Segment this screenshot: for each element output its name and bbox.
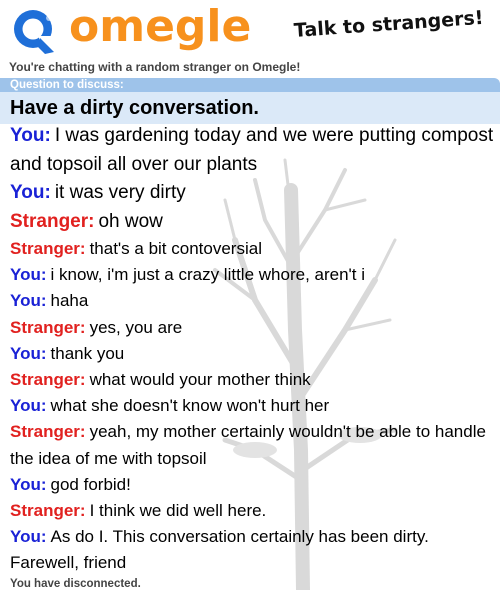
- chat-message: Stranger: yes, you are: [10, 315, 496, 341]
- message-text: what would your mother think: [89, 370, 311, 390]
- sender-label: You:: [10, 265, 47, 285]
- tagline: Talk to strangers!: [293, 6, 485, 42]
- sender-label: You:: [10, 527, 47, 547]
- sender-label: Stranger:: [10, 210, 95, 232]
- sender-label: You:: [10, 474, 47, 494]
- message-text: haha: [50, 291, 89, 311]
- sender-label: Stranger:: [10, 239, 86, 258]
- sender-label: You:: [10, 182, 51, 203]
- message-text: what she doesn't know won't hurt her: [50, 396, 330, 416]
- sender-label: You:: [10, 396, 47, 416]
- omegle-logo-icon: [14, 10, 57, 54]
- chat-message: You: i know, i'm just a crazy little whor…: [10, 262, 496, 288]
- message-text: I was gardening today and we were puttin…: [10, 125, 494, 175]
- chat-message: You: haha: [10, 288, 496, 314]
- sender-label: You:: [10, 291, 47, 311]
- chat-message: Stranger: I think we did well here.: [10, 498, 496, 524]
- sender-label: You:: [10, 125, 51, 146]
- sender-label: You:: [10, 343, 47, 363]
- message-text: yes, you are: [89, 317, 183, 337]
- chat-message: Stranger: yeah, my mother certainly would…: [10, 419, 496, 471]
- sender-label: Stranger:: [10, 317, 86, 337]
- message-text: thank you: [50, 343, 125, 363]
- sender-label: Stranger:: [10, 501, 86, 521]
- message-text: I think we did well here.: [89, 501, 267, 521]
- chat-message: You: I was gardening today and we were pu…: [10, 122, 496, 179]
- message-text: i know, i'm just a crazy little whore, a…: [50, 265, 366, 285]
- chat-message: You: thank you: [10, 341, 496, 367]
- omegle-logo-text: omegle: [69, 1, 252, 52]
- chat-status-subtitle: You're chatting with a random stranger o…: [9, 60, 301, 74]
- disconnected-status: You have disconnected.: [10, 578, 141, 590]
- message-text: that's a bit contoversial: [89, 239, 262, 258]
- chat-message: You: As do I. This conversation certainly…: [10, 524, 496, 576]
- chat-message: Stranger: what would your mother think: [10, 367, 496, 393]
- sender-label: Stranger:: [10, 422, 86, 442]
- question-text: Have a dirty conversation.: [0, 92, 500, 124]
- message-text: oh wow: [98, 210, 163, 232]
- chat-message: You: what she doesn't know won't hurt her: [10, 393, 496, 419]
- message-text: it was very dirty: [54, 182, 186, 203]
- chat-message: Stranger: oh wow: [10, 208, 496, 237]
- chat-message: Stranger: that's a bit contoversial: [10, 236, 496, 262]
- sender-label: Stranger:: [10, 370, 86, 390]
- header: omegle Talk to strangers!: [0, 0, 500, 60]
- question-label-bar: Question to discuss:: [0, 78, 500, 92]
- chat-message: You: god forbid!: [10, 472, 496, 498]
- message-text: god forbid!: [50, 474, 131, 494]
- message-text: As do I. This conversation certainly has…: [10, 527, 429, 573]
- chat-log: You: I was gardening today and we were pu…: [10, 122, 496, 577]
- chat-message: You: it was very dirty: [10, 179, 496, 208]
